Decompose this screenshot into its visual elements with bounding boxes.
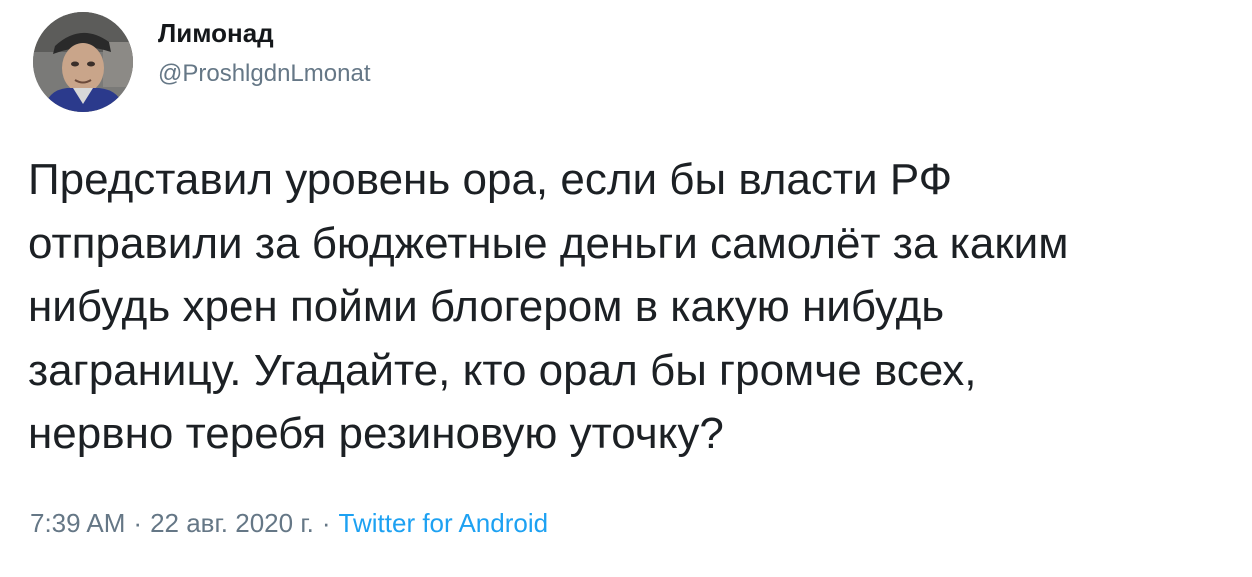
tweet-date[interactable]: 22 авг. 2020 г.	[150, 508, 314, 538]
avatar[interactable]	[33, 12, 133, 112]
tweet-text-line: Представил уровень ора, если бы власти Р…	[28, 155, 953, 204]
meta-separator: ·	[133, 508, 143, 538]
meta-separator: ·	[321, 508, 331, 538]
tweet-text-line: нервно теребя резиновую уточку?	[28, 409, 724, 458]
tweet-time[interactable]: 7:39 AM	[30, 508, 125, 538]
tweet-text-line: отправили за бюджетные деньги самолёт за…	[28, 218, 1069, 268]
author-display-name[interactable]: Лимонад	[158, 18, 274, 49]
tweet-source-link[interactable]: Twitter for Android	[339, 508, 549, 538]
tweet-text: Представил уровень ора, если бы власти Р…	[28, 148, 1243, 466]
author-username[interactable]: @ProshlgdnLmonat	[158, 60, 370, 88]
tweet-meta: 7:39 AM · 22 авг. 2020 г. · Twitter for Andr…	[30, 508, 548, 539]
tweet-text-line: заграницу. Угадайте, кто орал бы громче …	[28, 345, 977, 395]
tweet-card: Лимонад @ProshlgdnLmonat Представил уров…	[0, 0, 1252, 577]
avatar-image	[33, 12, 133, 112]
tweet-text-line: нибудь хрен пойми блогером в какую нибуд…	[28, 282, 945, 331]
